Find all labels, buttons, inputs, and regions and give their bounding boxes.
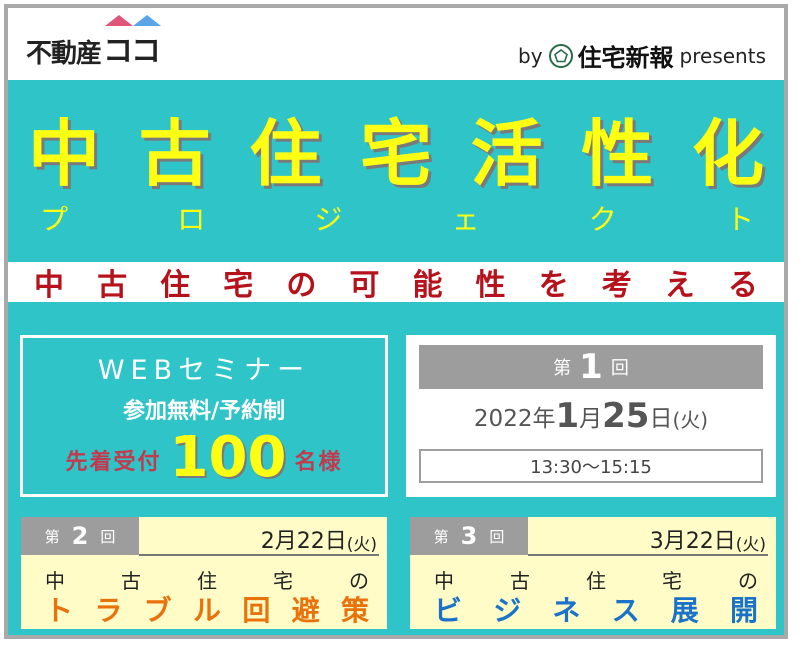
round2-weekday: (火) [346, 535, 377, 555]
roof-blue-icon [133, 15, 162, 26]
round1-month-unit: 月 [579, 406, 603, 432]
banner-frame: 不動産 ココ by 住宅新報 presents 中 古 住 宅 活 性 化 プ … [4, 4, 788, 639]
kana-char: プ [40, 203, 69, 236]
round1-date: 2022年 1 月 25 日 (火) [406, 399, 776, 433]
byline: by 住宅新報 presents [518, 38, 766, 73]
tagline-char: 可 [349, 268, 380, 303]
round1-box: 第 1 回 2022年 1 月 25 日 (火) 13:30〜15:15 [406, 335, 776, 497]
logo-main-text: 不動産 [26, 39, 102, 69]
kana-char: ロ [177, 203, 206, 236]
round1-day-unit: 日 [649, 406, 673, 432]
topic-char: 回 [242, 594, 271, 627]
by-text: by [518, 43, 543, 68]
round1-month: 1 [555, 396, 580, 436]
topic-char: 策 [340, 594, 369, 627]
round2-date: 2月22日 (火) [261, 523, 377, 555]
topic-char: 展 [670, 594, 699, 627]
round3-box: 第 3 回 3月22日 (火) 中 古 住 宅 の ビ ジ ネ ス 展 開 [410, 517, 776, 629]
round3-date-text: 3月22日 [649, 529, 736, 554]
logo-koko: ココ [103, 15, 162, 70]
round1-weekday: (火) [672, 408, 709, 432]
tagline-char: 中 [34, 268, 64, 303]
tagline-char: 性 [475, 268, 506, 303]
presents-text: presents [679, 43, 766, 68]
title-char: 宅 [359, 112, 432, 196]
round3-kai: 回 [489, 527, 505, 546]
round2-box: 第 2 回 2月22日 (火) 中 古 住 宅 の ト ラ ブ ル 回 避 策 [21, 517, 387, 629]
tagline-band: 中 古 住 宅 の 可 能 性 を 考 え る [8, 262, 784, 303]
topic-char: ビ [434, 594, 463, 627]
title-char: 住 [249, 112, 322, 196]
capacity-suffix: 名様 [294, 450, 343, 475]
kana-char: ク [588, 203, 617, 236]
tagline-char: え [664, 268, 695, 303]
project-kana: プ ロ ジ ェ ク ト [8, 206, 784, 234]
tagline-char: 考 [601, 268, 632, 303]
web-seminar-box: WEBセミナー 参加無料/予約制 先着受付 100 名様 [20, 335, 388, 497]
topic-char: ラ [94, 594, 123, 627]
title-char: 中 [28, 112, 101, 196]
topic-char: ジ [493, 594, 522, 627]
topic-char: ブ [143, 594, 172, 627]
round3-divider [528, 554, 768, 556]
capacity-line: 先着受付 100 名様 [23, 430, 385, 486]
round1-time: 13:30〜15:15 [419, 449, 763, 483]
main-title: 中 古 住 宅 活 性 化 [8, 118, 784, 190]
topic-char: ネ [552, 594, 581, 627]
round1-header: 第 1 回 [419, 345, 763, 389]
round2-number: 2 [71, 522, 89, 550]
pentagon-seal-icon [548, 43, 573, 68]
round2-date-text: 2月22日 [260, 529, 347, 554]
round3-dai: 第 [433, 527, 449, 546]
round3-weekday: (火) [735, 535, 766, 555]
title-char: 性 [581, 112, 654, 196]
capacity-number: 100 [169, 425, 287, 490]
round3-date: 3月22日 (火) [650, 523, 766, 555]
round3-number: 3 [460, 522, 478, 550]
tagline-char: 住 [160, 268, 191, 303]
capacity-prefix: 先着受付 [65, 450, 162, 475]
kana-char: ジ [314, 203, 343, 236]
round2-kai: 回 [100, 527, 116, 546]
title-char: 化 [691, 112, 764, 196]
round2-tag: 第 2 回 [21, 517, 139, 555]
round1-dai: 第 [553, 358, 572, 379]
roof-pink-icon [105, 15, 134, 26]
title-char: 古 [138, 112, 211, 196]
round3-topic: ビ ジ ネ ス 展 開 [434, 589, 758, 629]
round2-topic: ト ラ ブ ル 回 避 策 [45, 589, 369, 629]
round1-number: 1 [579, 347, 603, 387]
round1-kai: 回 [610, 358, 629, 379]
tagline-char: 能 [412, 268, 443, 303]
web-seminar-sub: 参加無料/予約制 [122, 399, 286, 424]
title-char: 活 [470, 112, 543, 196]
tagline-char: の [286, 268, 317, 303]
header: 不動産 ココ by 住宅新報 presents [8, 8, 784, 80]
kana-char: ト [725, 203, 754, 236]
round3-tag: 第 3 回 [410, 517, 528, 555]
round1-day: 25 [602, 396, 650, 436]
main-panel: 中 古 住 宅 活 性 化 プ ロ ジ ェ ク ト 中 古 住 宅 の 可 能 … [8, 80, 784, 635]
tagline-char: を [538, 268, 569, 303]
topic-char: ス [611, 594, 640, 627]
topic-char: 避 [291, 594, 320, 627]
round2-divider [139, 554, 379, 556]
kana-char: ェ [451, 203, 480, 236]
tagline-char: 宅 [223, 268, 254, 303]
logo-koko-text: ココ [103, 34, 161, 69]
paper-name[interactable]: 住宅新報 [578, 38, 674, 73]
web-seminar-title: WEBセミナー [97, 355, 311, 386]
fudousan-koko-logo[interactable]: 不動産 ココ [26, 15, 162, 70]
tagline-char: る [727, 268, 758, 303]
round2-dai: 第 [44, 527, 60, 546]
topic-char: 開 [729, 594, 758, 627]
topic-char: ト [45, 594, 74, 627]
tagline-char: 古 [97, 268, 128, 303]
round1-year: 2022年 [473, 406, 556, 432]
topic-char: ル [192, 594, 221, 627]
